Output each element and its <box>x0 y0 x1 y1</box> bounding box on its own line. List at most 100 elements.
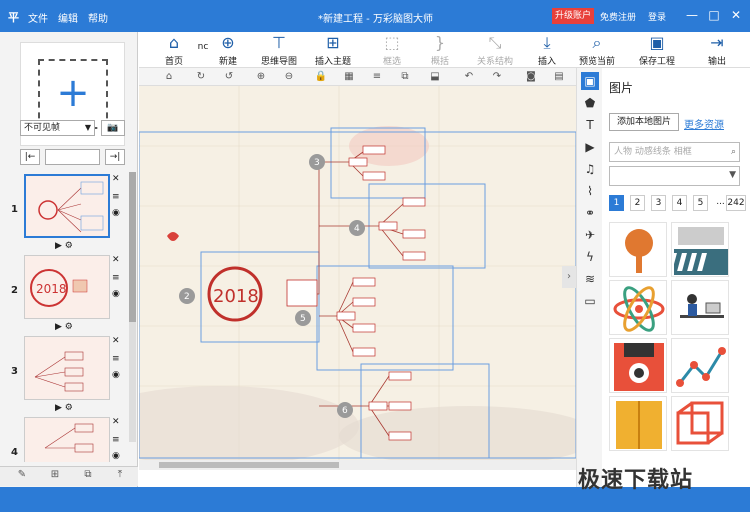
collapse-panel-icon[interactable]: › <box>562 266 576 288</box>
delete-slide-icon[interactable]: ✕ <box>112 336 120 346</box>
zoom-out-icon[interactable]: ⊖ <box>281 70 297 84</box>
slide-thumb-4[interactable]: 4 ✕ ≡ ◉ <box>8 417 128 462</box>
menu-icon[interactable]: ≡ <box>112 354 120 364</box>
image-atom[interactable] <box>609 280 667 335</box>
add-frame-area[interactable]: + <box>38 59 108 129</box>
minimize-icon[interactable]: — <box>684 7 700 23</box>
slide-thumb-1[interactable]: 1 ✕ ≡ ◉ ▶ ⚙ <box>8 174 128 254</box>
slide-controls[interactable]: ▶ ⚙ <box>55 241 73 251</box>
new-button[interactable]: ⊕ 新建 <box>211 32 245 68</box>
slide-controls[interactable]: ▶ ⚙ <box>55 322 73 332</box>
lock-icon[interactable]: 🔒 <box>313 70 329 84</box>
move-top-icon[interactable]: ⤒ <box>110 469 130 485</box>
mindmap-canvas[interactable]: 2018 2 3 4 5 6 <box>139 86 576 460</box>
slide-number-input[interactable]: go <box>45 149 117 165</box>
menu-icon[interactable]: ≡ <box>112 273 120 283</box>
image-books[interactable] <box>671 222 729 277</box>
video-tab-icon[interactable]: ▶ <box>581 138 599 156</box>
menu-edit[interactable]: 编辑 <box>58 10 78 25</box>
preview-button[interactable]: ⌕ 预览当前 <box>573 32 621 68</box>
canvas-hscroll[interactable] <box>139 460 576 470</box>
eye-icon[interactable]: ◉ <box>112 370 120 380</box>
delete-slide-icon[interactable]: ✕ <box>112 255 120 265</box>
slide-thumb-3[interactable]: 3 ✕ ≡ ◉ ▶ ⚙ <box>8 336 128 416</box>
eye-icon[interactable]: ◉ <box>112 451 120 461</box>
flash-tab-icon[interactable]: ϟ <box>581 248 599 266</box>
image-icon[interactable]: ▤ <box>551 70 567 84</box>
more-resources-link[interactable]: 更多资源 <box>684 116 724 131</box>
rotate-right-icon[interactable]: ↻ <box>193 70 209 84</box>
menu-icon[interactable]: ≡ <box>112 435 120 445</box>
menu-help[interactable]: 帮助 <box>88 10 108 25</box>
slide-preview[interactable] <box>24 417 110 462</box>
eye-icon[interactable]: ◉ <box>112 289 120 299</box>
mindmap-button[interactable]: ⊤ 思维导图 <box>255 32 303 68</box>
delete-slide-icon[interactable]: ✕ <box>112 417 120 427</box>
add-local-image-button[interactable]: 添加本地图片 <box>609 113 679 131</box>
select-frame-button[interactable]: ⬚ 框选 <box>375 32 409 68</box>
rotate-left-icon[interactable]: ↺ <box>221 70 237 84</box>
menu-icon[interactable]: ≡ <box>112 192 120 202</box>
slide-controls[interactable]: ▶ ⚙ <box>55 403 73 413</box>
layer-down-icon[interactable]: ⬓ <box>427 70 443 84</box>
slide-preview[interactable]: 2018 <box>24 255 110 319</box>
shape-tab-icon[interactable]: ⬟ <box>581 94 599 112</box>
image-cabinet[interactable] <box>609 396 667 451</box>
music-tab-icon[interactable]: ♫ <box>581 160 599 178</box>
slide-thumb-2[interactable]: 2 2018 ✕ ≡ ◉ ▶ ⚙ <box>8 255 128 335</box>
slide-preview[interactable] <box>24 174 110 238</box>
grid-icon[interactable]: ▦ <box>341 70 357 84</box>
summary-button[interactable]: } 概括 <box>423 32 457 68</box>
page-last[interactable]: 242 <box>726 195 746 211</box>
save-button[interactable]: ▣ 保存工程 <box>633 32 681 68</box>
hscroll-thumb[interactable] <box>159 462 339 468</box>
text-tab-icon[interactable]: T <box>581 116 599 134</box>
first-slide-icon[interactable]: |← <box>20 149 40 165</box>
page-1[interactable]: 1 <box>609 195 624 211</box>
center-topic[interactable]: 2018 <box>213 286 259 307</box>
scroll-thumb[interactable] <box>129 172 136 322</box>
add-frame-icon[interactable]: ⊞ <box>45 469 65 485</box>
page-2[interactable]: 2 <box>630 195 645 211</box>
link-tab-icon[interactable]: ⚭ <box>581 204 599 222</box>
image-tree[interactable] <box>609 222 667 277</box>
close-icon[interactable]: ✕ <box>728 7 744 23</box>
page-3[interactable]: 3 <box>651 195 666 211</box>
edit-icon[interactable]: ✎ <box>12 469 32 485</box>
copy-frame-icon[interactable]: ⧉ <box>78 469 98 485</box>
home-view-icon[interactable]: ⌂ <box>161 70 177 84</box>
category-select[interactable]: ▼ <box>609 166 740 186</box>
image-line-chart[interactable] <box>671 338 729 393</box>
page-4[interactable]: 4 <box>672 195 687 211</box>
bg-tab-icon[interactable]: ▭ <box>581 292 599 310</box>
upgrade-button[interactable]: 升级账户 <box>552 8 594 24</box>
redo-icon[interactable]: ↷ <box>489 70 505 84</box>
maximize-icon[interactable]: □ <box>706 7 722 23</box>
image-search-input[interactable]: 人物 动感线条 相框 ⌕ <box>609 142 740 162</box>
plane-tab-icon[interactable]: ✈ <box>581 226 599 244</box>
page-5[interactable]: 5 <box>693 195 708 211</box>
screenshot-icon[interactable]: ◙ <box>523 70 539 84</box>
camera-icon[interactable]: 📷 <box>101 120 125 136</box>
layers-tab-icon[interactable]: ≋ <box>581 270 599 288</box>
login-link[interactable]: 登录 <box>648 10 666 23</box>
relation-button[interactable]: ⤡ 关系结构 <box>471 32 519 68</box>
export-button[interactable]: ⇥ 输出 <box>700 32 734 68</box>
slide-preview[interactable] <box>24 336 110 400</box>
slides-scrollbar[interactable] <box>129 172 136 442</box>
image-floppy[interactable] <box>609 338 667 393</box>
insert-button[interactable]: ⤓ 插入 <box>530 32 564 68</box>
image-tab-icon[interactable]: ▣ <box>581 72 599 90</box>
zoom-in-icon[interactable]: ⊕ <box>253 70 269 84</box>
frame-type-select[interactable]: 不可见帧 ▼ <box>20 120 95 136</box>
search-icon[interactable]: ⌕ <box>731 143 736 161</box>
image-cube[interactable] <box>671 396 729 451</box>
insert-topic-button[interactable]: ⊞ 插入主题 <box>309 32 357 68</box>
layers-icon[interactable]: ⧉ <box>397 70 413 84</box>
menu-file[interactable]: 文件 <box>28 10 48 25</box>
align-icon[interactable]: ≡ <box>369 70 385 84</box>
undo-icon[interactable]: ↶ <box>461 70 477 84</box>
chart-tab-icon[interactable]: ⌇ <box>581 182 599 200</box>
eye-icon[interactable]: ◉ <box>112 208 120 218</box>
register-link[interactable]: 免费注册 <box>600 10 636 23</box>
